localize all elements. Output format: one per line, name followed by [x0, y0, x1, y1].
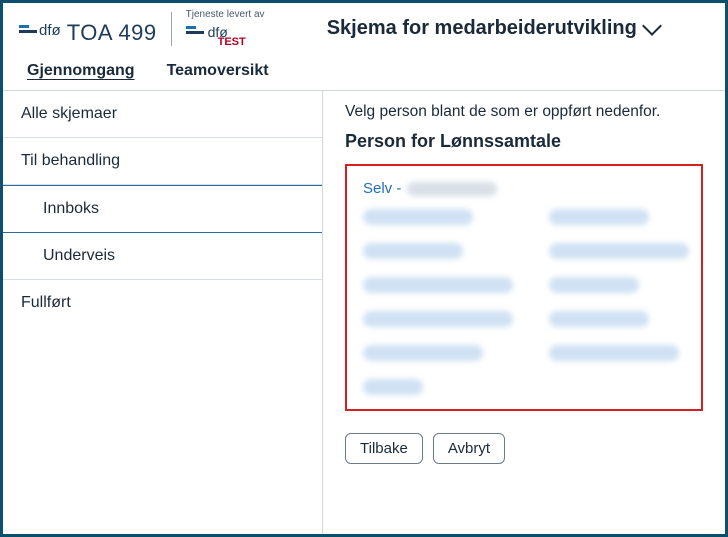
person-option[interactable] — [363, 311, 513, 327]
person-option[interactable] — [549, 243, 689, 259]
brand-secondary: Tjeneste levert av dfø TEST — [186, 9, 265, 48]
page-title: Skjema for medarbeiderutvikling — [327, 17, 637, 40]
dfo-bars-icon — [186, 26, 204, 34]
sidebar-item-fullfort[interactable]: Fullført — [3, 280, 322, 326]
sidebar-item-underveis[interactable]: Underveis — [3, 233, 322, 280]
body: Alle skjemaer Til behandling Innboks Und… — [3, 91, 725, 534]
dfo-bars-icon — [19, 25, 37, 33]
tjeneste-label: Tjeneste levert av — [186, 9, 265, 20]
page-title-dropdown[interactable]: Skjema for medarbeiderutvikling — [277, 17, 709, 40]
brand-toa-text: TOA 499 — [67, 20, 157, 46]
person-option[interactable] — [363, 243, 463, 259]
hint-text: Velg person blant de som er oppført nede… — [345, 103, 703, 121]
sidebar-item-innboks[interactable]: Innboks — [3, 185, 322, 233]
person-option[interactable] — [549, 209, 649, 225]
cancel-button[interactable]: Avbryt — [433, 433, 505, 464]
chevron-down-icon — [642, 16, 662, 36]
tab-teamoversikt[interactable]: Teamoversikt — [167, 62, 269, 80]
brand-dfo-text: dfø — [39, 22, 61, 39]
person-option[interactable] — [363, 277, 513, 293]
button-row: Tilbake Avbryt — [345, 433, 703, 464]
header: dfø TOA 499 Tjeneste levert av dfø TEST … — [3, 3, 725, 48]
selv-prefix: Selv - — [363, 180, 401, 197]
back-button[interactable]: Tilbake — [345, 433, 423, 464]
sidebar: Alle skjemaer Til behandling Innboks Und… — [3, 91, 323, 534]
person-option[interactable] — [363, 379, 423, 395]
sidebar-item-alle-skjemaer[interactable]: Alle skjemaer — [3, 91, 322, 138]
person-option[interactable] — [363, 209, 473, 225]
person-grid — [363, 209, 685, 395]
brand-block: dfø TOA 499 Tjeneste levert av dfø TEST — [19, 9, 265, 48]
section-title: Person for Lønnssamtale — [345, 131, 703, 152]
main-panel: Velg person blant de som er oppført nede… — [323, 91, 725, 534]
person-selection-box: Selv - — [345, 164, 703, 411]
person-option[interactable] — [549, 311, 649, 327]
divider — [171, 12, 172, 46]
brand-dfo2-text: dfø — [208, 24, 228, 40]
person-self-row[interactable]: Selv - — [363, 180, 685, 197]
app-frame: dfø TOA 499 Tjeneste levert av dfø TEST … — [0, 0, 728, 537]
dfo-small-logo: dfø — [186, 22, 228, 38]
tab-gjennomgang[interactable]: Gjennomgang — [27, 62, 135, 80]
person-option[interactable] — [549, 277, 639, 293]
person-option[interactable] — [363, 345, 483, 361]
redacted-name — [407, 182, 497, 196]
person-option[interactable] — [549, 345, 679, 361]
sidebar-item-til-behandling[interactable]: Til behandling — [3, 138, 322, 185]
dfo-logo: dfø — [19, 20, 61, 37]
tab-bar: Gjennomgang Teamoversikt — [3, 48, 725, 91]
